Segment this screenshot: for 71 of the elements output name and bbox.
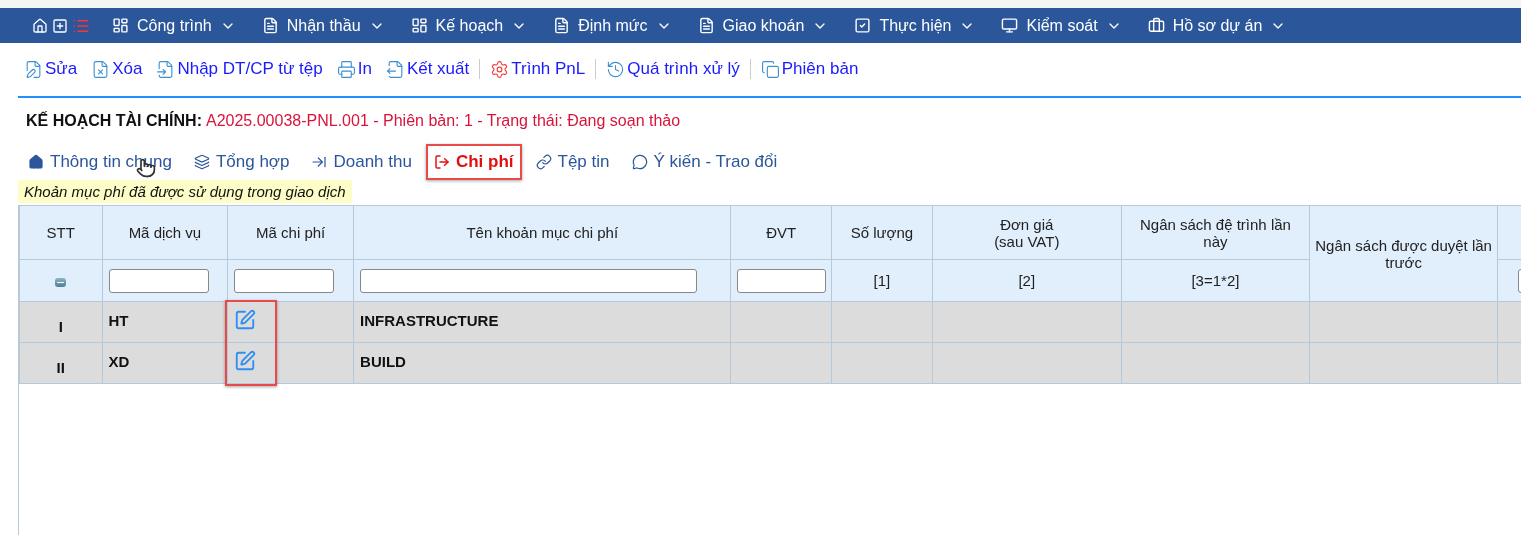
formula-label: [2]	[932, 259, 1122, 302]
copy-icon	[760, 59, 780, 79]
tab[interactable]: Chi phí	[425, 144, 522, 180]
export-file-icon	[385, 59, 405, 79]
column-header: STT	[19, 205, 102, 260]
edit-file-icon	[24, 59, 43, 79]
toolbar-button[interactable]: Phiên bản	[760, 59, 859, 79]
nav-menu-item[interactable]: Nhận thầu	[261, 16, 385, 35]
formula-label: [3=1*2]	[1121, 259, 1310, 302]
nav-menu-item[interactable]: Định mức	[553, 16, 672, 35]
gear-icon	[490, 59, 510, 79]
monitor-icon	[1001, 17, 1019, 34]
column-header: Số lượng	[831, 205, 933, 260]
layers-icon	[193, 154, 210, 170]
nav-menu-item[interactable]: Công trình	[112, 16, 236, 35]
column-header: Mã dịch vụ	[102, 205, 228, 260]
column-header: Ngân sách đệ trình lần này	[1121, 205, 1310, 260]
info-note: Khoản mục phí đã được sử dụng trong giao dịch	[18, 180, 352, 203]
clock-icon	[606, 59, 626, 79]
exit-icon	[433, 154, 450, 170]
toolbar-button[interactable]: Sửa	[24, 59, 78, 79]
grid-icon	[112, 17, 129, 34]
arrow-right-icon	[311, 154, 328, 170]
filter-input[interactable]	[360, 268, 698, 293]
document-icon	[553, 17, 571, 34]
grid-icon	[410, 17, 428, 34]
checkbox-icon	[854, 17, 872, 34]
nav-menu-item[interactable]: Hồ sơ dự án	[1147, 16, 1287, 35]
collapse-icon[interactable]	[55, 277, 67, 287]
nav-menu-item[interactable]: Kế hoạch	[410, 16, 528, 35]
filter-input[interactable]	[737, 268, 827, 293]
edit-icon[interactable]	[234, 309, 257, 331]
toolbar-button[interactable]: In	[336, 59, 372, 79]
cost-item-name: INFRASTRUCTURE	[353, 301, 731, 343]
speech-bubble-icon	[631, 154, 648, 170]
toolbar-button[interactable]: Nhập DT/CP từ tệp	[156, 59, 323, 79]
document-icon	[697, 17, 715, 34]
nav-menu-item[interactable]: Kiểm soát	[1001, 16, 1122, 35]
toolbar-button[interactable]: Xóa	[91, 59, 143, 79]
toolbar-button[interactable]: Trình PnL	[490, 59, 586, 79]
nav-menu-item[interactable]: Giao khoán	[697, 16, 829, 35]
home-icon[interactable]	[32, 17, 48, 34]
toolbar-button[interactable]: Kết xuất	[385, 59, 470, 79]
column-header: Đơn giá (sau VAT)	[932, 205, 1122, 260]
plus-box-icon[interactable]	[52, 17, 68, 34]
toolbar-button[interactable]: Quá trình xử lý	[606, 59, 740, 79]
tab[interactable]: Ý kiến - Trao đổi	[623, 144, 786, 180]
document-icon	[261, 17, 279, 34]
column-header: ĐVT	[730, 205, 832, 260]
page-title-label: KẾ HOẠCH TÀI CHÍNH:	[26, 112, 202, 130]
row-number: II	[19, 342, 102, 384]
service-code: HT	[102, 301, 228, 343]
service-code: XD	[102, 342, 228, 384]
plan-status-text: A2025.00038-PNL.001 - Phiên bản: 1 - Trạng thái: Đang soạn thảo	[206, 112, 681, 130]
printer-icon	[336, 59, 356, 79]
column-header: Ngân sách được duyệt lần trước	[1309, 205, 1498, 302]
link-icon	[535, 154, 552, 170]
column-header: Mã chi phí	[227, 205, 354, 260]
tab[interactable]: Tổng hợp	[185, 144, 298, 180]
row-number: I	[19, 301, 102, 343]
nav-menu-item[interactable]: Thực hiện	[854, 16, 976, 35]
home-icon	[28, 154, 44, 170]
column-header: Tên khoản mục chi phí	[353, 205, 731, 260]
tab[interactable]: Doanh thu	[303, 144, 420, 180]
tab[interactable]: Tệp tin	[527, 144, 618, 180]
edit-icon[interactable]	[234, 350, 257, 372]
filter-input[interactable]	[234, 268, 335, 293]
formula-label: [1]	[831, 259, 933, 302]
cost-item-name: BUILD	[353, 342, 731, 384]
filter-input[interactable]	[108, 268, 209, 293]
briefcase-icon	[1147, 17, 1165, 34]
